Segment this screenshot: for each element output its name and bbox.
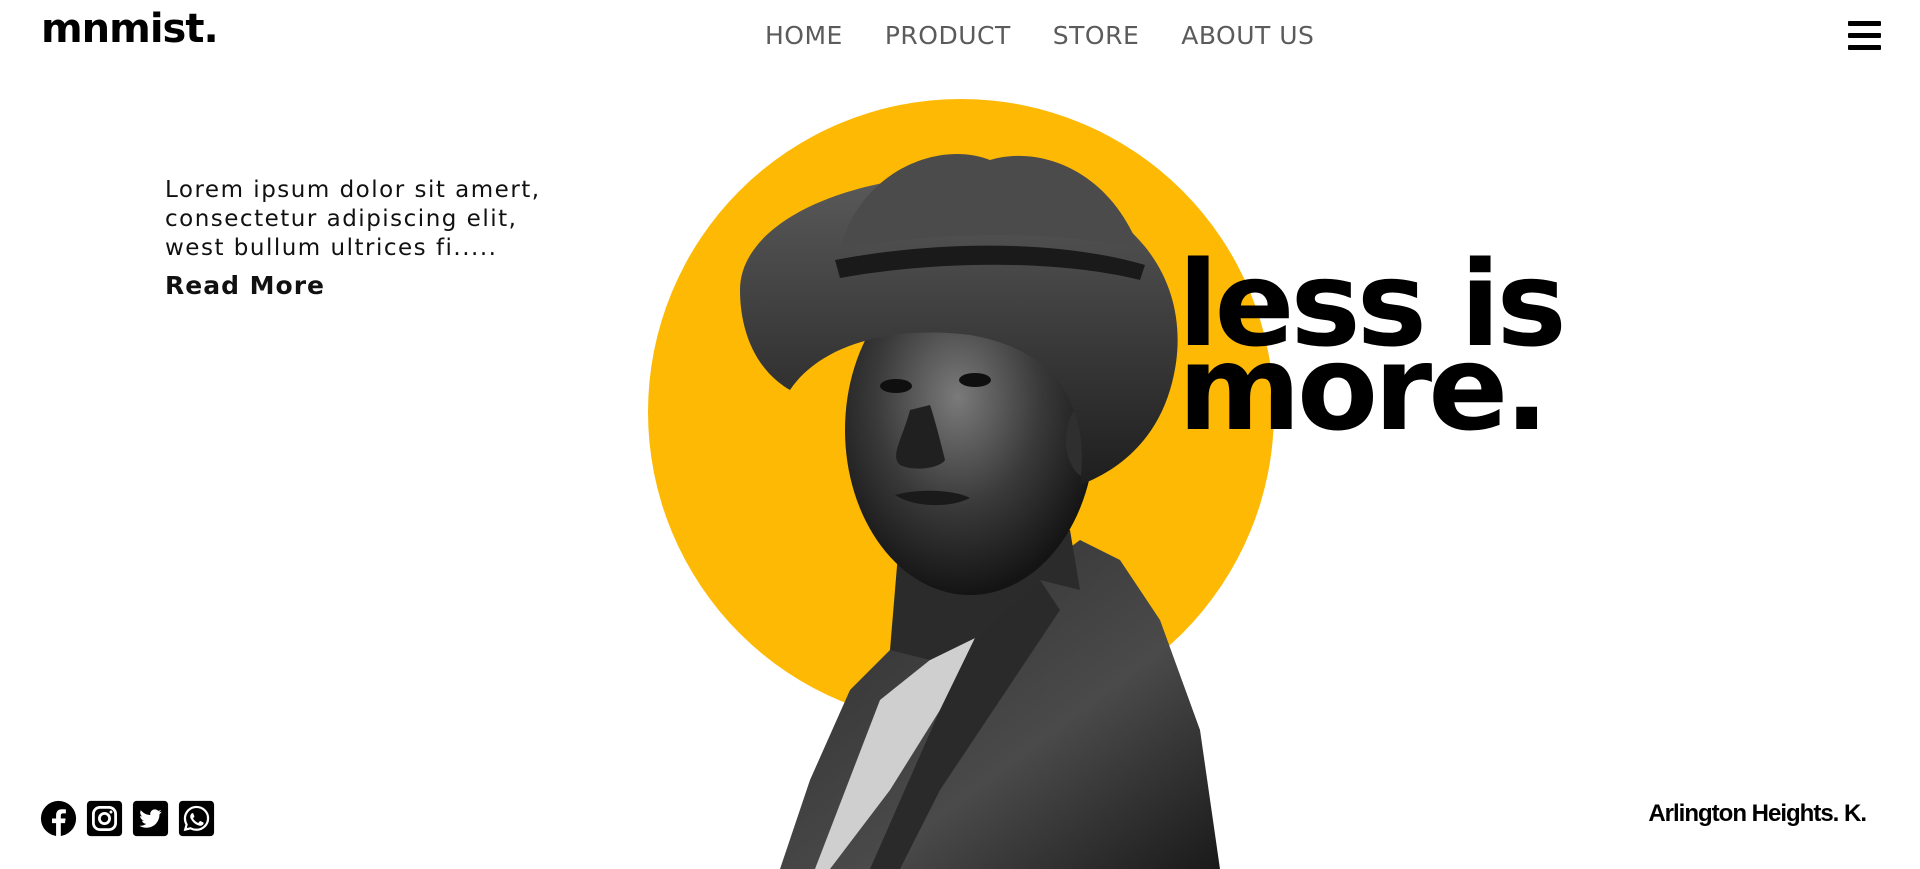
main-nav: HOME PRODUCT STORE ABOUT US xyxy=(765,21,1314,50)
eye-left xyxy=(880,379,912,393)
read-more-link[interactable]: Read More xyxy=(165,271,325,300)
landing-page: mnmist. HOME PRODUCT STORE ABOUT US Lore… xyxy=(0,0,1920,869)
nav-item-product[interactable]: PRODUCT xyxy=(885,21,1011,50)
nav-item-home[interactable]: HOME xyxy=(765,21,843,50)
social-links xyxy=(40,800,215,837)
intro-text-line-2: consectetur adipiscing elit, xyxy=(165,206,518,232)
hamburger-menu-icon[interactable] xyxy=(1848,21,1881,51)
instagram-icon[interactable] xyxy=(86,800,123,837)
twitter-icon[interactable] xyxy=(132,800,169,837)
hero-headline: less is more. xyxy=(1178,245,1567,457)
nav-item-about-us[interactable]: ABOUT US xyxy=(1181,21,1314,50)
eye-right xyxy=(959,373,991,387)
facebook-icon[interactable] xyxy=(40,800,77,837)
brand-logo[interactable]: mnmist. xyxy=(41,6,219,52)
location-text: Arlington Heights. K. xyxy=(1648,800,1867,827)
hero-image xyxy=(648,99,1274,869)
whatsapp-icon[interactable] xyxy=(178,800,215,837)
nav-item-store[interactable]: STORE xyxy=(1053,21,1139,50)
intro-text-line-1: Lorem ipsum dolor sit amert, xyxy=(165,177,541,203)
intro-text-line-3: west bullum ultrices fi..... xyxy=(165,235,498,261)
headline-line-2: more. xyxy=(1178,319,1549,457)
intro-block: Lorem ipsum dolor sit amert, consectetur… xyxy=(165,176,605,300)
